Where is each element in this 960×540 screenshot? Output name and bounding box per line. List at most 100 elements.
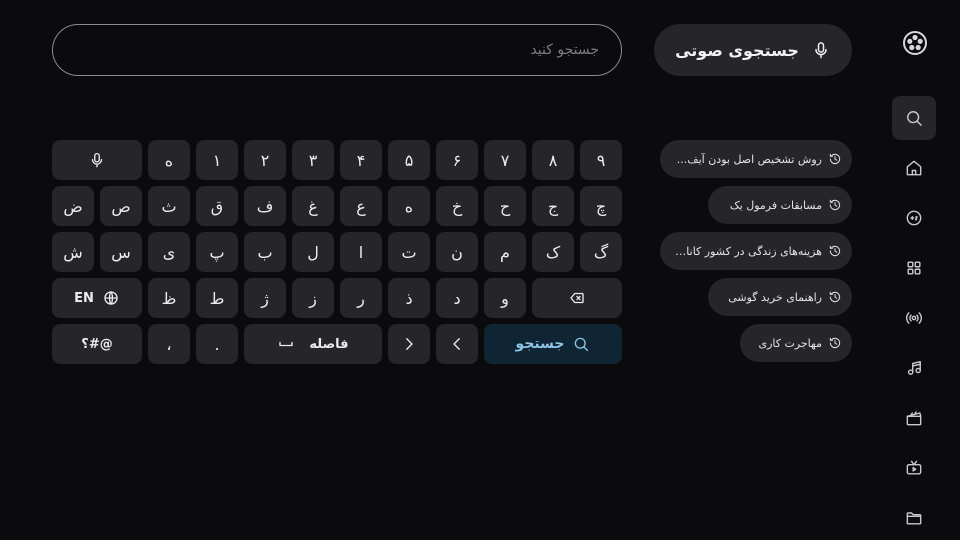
key-char[interactable]: ظ xyxy=(148,278,190,318)
key-char[interactable]: ۷ xyxy=(484,140,526,180)
key-char[interactable]: ه xyxy=(388,186,430,226)
key-label: ت xyxy=(401,242,417,262)
history-item-4[interactable]: راهنمای خرید گوشی xyxy=(708,278,852,316)
history-icon xyxy=(829,291,841,303)
key-char[interactable]: ن xyxy=(436,232,478,272)
film-reel-icon xyxy=(903,31,927,55)
history-item-5[interactable]: مهاجرت کاری xyxy=(740,324,852,362)
history-item-3[interactable]: هزینه‌های زندگی در کشور کاناد... xyxy=(660,232,852,270)
voice-search-button[interactable]: جستجوی صوتی xyxy=(654,24,852,76)
key-label: ی xyxy=(162,242,176,262)
key-char[interactable]: پ xyxy=(196,232,238,272)
chevron-left-icon xyxy=(453,338,460,350)
key-char[interactable]: ع xyxy=(340,186,382,226)
key-char[interactable]: ۲ xyxy=(244,140,286,180)
key-label: ح xyxy=(499,196,511,216)
key-char[interactable]: ج xyxy=(532,186,574,226)
key-char[interactable]: ۴ xyxy=(340,140,382,180)
key-char[interactable]: ه xyxy=(148,140,190,180)
sidebar-item-games[interactable] xyxy=(892,196,936,240)
key-char[interactable]: غ xyxy=(292,186,334,226)
key-char[interactable]: ا xyxy=(340,232,382,272)
clapperboard-icon xyxy=(906,411,922,426)
key-char[interactable]: ی xyxy=(148,232,190,272)
key-char[interactable]: ض xyxy=(52,186,94,226)
key-label: ه xyxy=(164,150,174,170)
key-char[interactable]: ک xyxy=(532,232,574,272)
key-char[interactable]: ت xyxy=(388,232,430,272)
key-label: ۲ xyxy=(260,150,270,170)
key-char[interactable]: ژ xyxy=(244,278,286,318)
key-char[interactable]: ق xyxy=(196,186,238,226)
key-char[interactable]: ط xyxy=(196,278,238,318)
key-char[interactable]: ۸ xyxy=(532,140,574,180)
key-char[interactable]: ر xyxy=(340,278,382,318)
sidebar-item-tv[interactable] xyxy=(892,446,936,490)
key-period[interactable]: . xyxy=(196,324,238,364)
search-icon xyxy=(575,337,589,352)
key-char[interactable]: ۳ xyxy=(292,140,334,180)
key-cursor-right[interactable] xyxy=(388,324,430,364)
key-space[interactable]: فاصله xyxy=(244,324,382,364)
sidebar-item-files[interactable] xyxy=(892,496,936,540)
key-period-label: . xyxy=(214,334,220,354)
history-icon xyxy=(829,199,841,211)
key-cursor-left[interactable] xyxy=(436,324,478,364)
key-space-label: فاصله xyxy=(309,336,349,352)
key-char[interactable]: ۶ xyxy=(436,140,478,180)
key-char[interactable]: ب xyxy=(244,232,286,272)
key-char[interactable]: ۹ xyxy=(580,140,622,180)
broadcast-icon xyxy=(906,312,922,324)
key-label: ۷ xyxy=(500,150,510,170)
sidebar-item-music[interactable] xyxy=(892,346,936,390)
key-char[interactable]: ش xyxy=(52,232,94,272)
history-item-2[interactable]: مسابقات فرمول یک xyxy=(708,186,852,224)
key-char[interactable]: و xyxy=(484,278,526,318)
key-char[interactable]: ف xyxy=(244,186,286,226)
sidebar-item-home[interactable] xyxy=(892,146,936,190)
key-comma[interactable]: ، xyxy=(148,324,190,364)
key-char[interactable]: د xyxy=(436,278,478,318)
key-char[interactable]: ذ xyxy=(388,278,430,318)
history-item-1[interactable]: روش تشخیص اصل بودن آیف... xyxy=(660,140,852,178)
key-symbols[interactable]: ؟#@ xyxy=(52,324,142,364)
sidebar-item-movies[interactable] xyxy=(892,396,936,440)
space-icon xyxy=(279,341,294,347)
key-label: غ xyxy=(308,196,318,216)
key-char[interactable]: ح xyxy=(484,186,526,226)
gamepad-icon xyxy=(906,210,922,226)
key-language[interactable]: EN xyxy=(52,278,142,318)
key-char[interactable]: م xyxy=(484,232,526,272)
key-label: ص xyxy=(111,196,131,216)
key-char[interactable]: ل xyxy=(292,232,334,272)
key-char[interactable]: س xyxy=(100,232,142,272)
key-search[interactable]: جستجو xyxy=(484,324,622,364)
sidebar-item-apps[interactable] xyxy=(892,246,936,290)
key-char[interactable]: ص xyxy=(100,186,142,226)
key-voice[interactable] xyxy=(52,140,142,180)
key-label: ز xyxy=(309,288,317,308)
key-label: ه xyxy=(404,196,414,216)
key-label: ط xyxy=(209,288,225,308)
key-label: ژ xyxy=(261,288,269,308)
key-label: ۹ xyxy=(596,150,606,170)
key-backspace[interactable] xyxy=(532,278,622,318)
key-label: ۵ xyxy=(404,150,414,170)
key-label: پ xyxy=(209,242,225,262)
key-char[interactable]: ز xyxy=(292,278,334,318)
sidebar-item-search[interactable] xyxy=(892,96,936,140)
search-input[interactable] xyxy=(75,42,599,58)
key-char[interactable]: چ xyxy=(580,186,622,226)
sidebar-item-live[interactable] xyxy=(892,296,936,340)
key-char[interactable]: خ xyxy=(436,186,478,226)
key-search-label: جستجو xyxy=(515,336,565,352)
key-char[interactable]: ۵ xyxy=(388,140,430,180)
voice-search-label: جستجوی صوتی xyxy=(675,40,799,60)
key-char[interactable]: گ xyxy=(580,232,622,272)
key-char[interactable]: ۱ xyxy=(196,140,238,180)
history-icon xyxy=(829,153,841,165)
search-field[interactable] xyxy=(52,24,622,76)
key-char[interactable]: ث xyxy=(148,186,190,226)
microphone-icon xyxy=(815,42,827,59)
key-label: ل xyxy=(307,242,319,262)
